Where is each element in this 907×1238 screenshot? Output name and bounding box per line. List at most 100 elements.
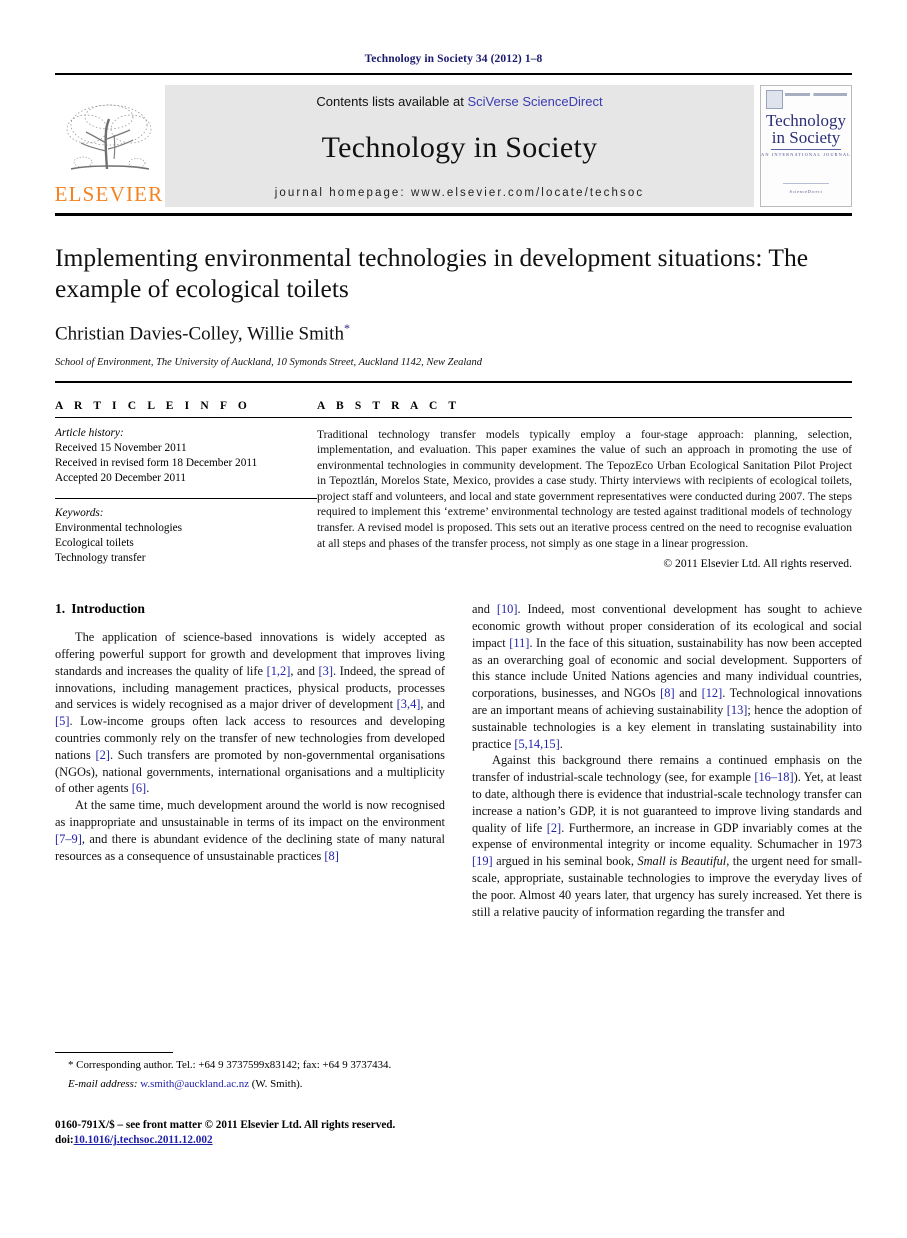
cover-title-rule <box>771 149 841 150</box>
text-run: At the same time, much development aroun… <box>55 798 445 829</box>
sciencedirect-link[interactable]: SciVerse ScienceDirect <box>467 94 602 109</box>
elsevier-logo: ELSEVIER <box>55 85 163 207</box>
citation-link[interactable]: [2] <box>95 748 109 762</box>
text-run: . Such transfers are promoted by non-gov… <box>55 747 445 796</box>
author-list: Christian Davies-Colley, Willie Smith* <box>55 321 852 345</box>
cover-title: Technology in Society <box>761 112 851 147</box>
abstract-heading: A B S T R A C T <box>317 399 461 412</box>
article-info-column: A R T I C L E I N F O Article history: R… <box>55 400 317 571</box>
left-column-paragraphs: The application of science-based innovat… <box>55 629 445 864</box>
history-item: Accepted 20 December 2011 <box>55 471 187 484</box>
citation-link[interactable]: [6] <box>132 781 146 795</box>
citation-link[interactable]: [13] <box>727 703 748 717</box>
body-paragraph: Against this background there remains a … <box>472 752 862 920</box>
title-block: Implementing environmental technologies … <box>55 242 852 368</box>
text-run: and <box>472 602 497 617</box>
body-paragraph: At the same time, much development aroun… <box>55 797 445 864</box>
journal-homepage[interactable]: journal homepage: www.elsevier.com/locat… <box>275 187 644 199</box>
footnote-rule <box>55 1052 173 1053</box>
author-names: Christian Davies-Colley, Willie Smith <box>55 323 344 345</box>
body-column-left: 1. Introduction The application of scienc… <box>55 601 445 1071</box>
section-heading-introduction: 1. Introduction <box>55 601 445 617</box>
cover-publisher-icon <box>766 90 783 109</box>
title-rule <box>55 380 852 383</box>
citation-link[interactable]: [11] <box>509 636 529 650</box>
cover-footer-rule <box>783 183 829 184</box>
contents-prefix: Contents lists available at <box>316 94 468 109</box>
section-number: 1. <box>55 601 66 617</box>
text-run: argued in his seminal book, <box>492 854 638 869</box>
text-run: and <box>674 686 702 701</box>
keywords: Keywords: Environmental technologies Eco… <box>55 506 317 566</box>
citation-link[interactable]: [3,4] <box>397 697 421 711</box>
contents-available-line: Contents lists available at SciVerse Sci… <box>316 94 602 109</box>
imprint-block: 0160-791X/$ – see front matter © 2011 El… <box>55 1118 475 1148</box>
email-label: E-mail address: <box>68 1078 138 1091</box>
corresponding-text: Corresponding author. Tel.: +64 9 373759… <box>73 1059 392 1071</box>
citation-link[interactable]: [1,2] <box>267 664 291 678</box>
doi-line: doi:10.1016/j.techsoc.2011.12.002 <box>55 1133 475 1148</box>
text-run: , and <box>420 697 445 712</box>
article-page: Technology in Society 34 (2012) 1–8 ELSE… <box>0 0 907 1238</box>
email-link[interactable]: w.smith@auckland.ac.nz <box>140 1078 249 1090</box>
corresponding-author-marker[interactable]: * <box>344 321 350 335</box>
citation-link[interactable]: [12] <box>702 686 723 700</box>
abstract-column: A B S T R A C T Traditional technology t… <box>317 399 852 571</box>
doi-label: doi: <box>55 1134 74 1147</box>
keywords-rule <box>55 497 317 499</box>
abstract-rule <box>317 416 852 418</box>
history-item: Received in revised form 18 December 201… <box>55 456 258 469</box>
header-rule <box>55 73 852 75</box>
keywords-label: Keywords: <box>55 506 104 519</box>
right-column-paragraphs: and [10]. Indeed, most conventional deve… <box>472 601 862 920</box>
elsevier-tree-icon <box>59 99 159 183</box>
body-paragraph: and [10]. Indeed, most conventional deve… <box>472 601 862 752</box>
section-title: Introduction <box>71 601 145 617</box>
cover-top-rule <box>785 93 847 96</box>
corresponding-author-note: * Corresponding author. Tel.: +64 9 3737… <box>55 1058 445 1072</box>
citation-link[interactable]: [7–9] <box>55 832 82 846</box>
citation-link[interactable]: [3] <box>319 664 333 678</box>
article-history-label: Article history: <box>55 426 124 439</box>
masthead-rule <box>55 213 852 216</box>
citation-link[interactable]: [2] <box>547 821 561 835</box>
email-suffix: (W. Smith). <box>249 1078 303 1091</box>
abstract-copyright: © 2011 Elsevier Ltd. All rights reserved… <box>663 557 852 571</box>
article-history: Article history: Received 15 November 20… <box>55 426 317 486</box>
journal-masthead: ELSEVIER Contents lists available at Sci… <box>55 85 852 207</box>
running-head: Technology in Society 34 (2012) 1–8 <box>364 53 543 65</box>
elsevier-wordmark: ELSEVIER <box>54 182 164 206</box>
citation-link[interactable]: [19] <box>472 854 493 868</box>
email-note: E-mail address: w.smith@auckland.ac.nz (… <box>55 1077 445 1091</box>
article-title: Implementing environmental technologies … <box>55 243 809 304</box>
issn-line: 0160-791X/$ – see front matter © 2011 El… <box>55 1119 396 1131</box>
article-info-heading: A R T I C L E I N F O <box>55 399 251 412</box>
citation-link[interactable]: [10] <box>497 602 518 616</box>
body-columns: 1. Introduction The application of scienc… <box>55 601 862 1071</box>
keyword-item: Environmental technologies <box>55 521 183 534</box>
abstract-text: Traditional technology transfer models t… <box>317 427 852 550</box>
history-item: Received 15 November 2011 <box>55 441 187 454</box>
text-run: , and there is abundant evidence of the … <box>55 831 445 863</box>
text-run: , and <box>290 663 319 678</box>
citation-link[interactable]: [16–18] <box>754 770 793 784</box>
info-abstract-region: A R T I C L E I N F O Article history: R… <box>55 399 852 571</box>
book-title: Small is Beautiful <box>637 854 727 869</box>
keyword-item: Ecological toilets <box>55 536 134 549</box>
text-run: . <box>146 781 150 796</box>
affiliation: School of Environment, The University of… <box>55 356 483 368</box>
body-paragraph: The application of science-based innovat… <box>55 629 445 797</box>
cover-footer-text: ScienceDirect <box>789 189 823 194</box>
citation-link[interactable]: [5] <box>55 714 69 728</box>
cover-title-line2: in Society <box>771 128 841 148</box>
body-column-right: and [10]. Indeed, most conventional deve… <box>472 601 862 1071</box>
citation-link[interactable]: [5,14,15] <box>514 737 559 751</box>
cover-subtitle: AN INTERNATIONAL JOURNAL <box>761 152 851 157</box>
journal-name: Technology in Society <box>321 131 598 164</box>
keyword-item: Technology transfer <box>55 551 146 564</box>
citation-link[interactable]: [8] <box>324 849 338 863</box>
footnotes: * Corresponding author. Tel.: +64 9 3737… <box>55 1052 445 1092</box>
journal-cover-thumbnail[interactable]: Technology in Society AN INTERNATIONAL J… <box>760 85 852 207</box>
doi-link[interactable]: 10.1016/j.techsoc.2011.12.002 <box>74 1134 213 1146</box>
citation-link[interactable]: [8] <box>660 686 674 700</box>
